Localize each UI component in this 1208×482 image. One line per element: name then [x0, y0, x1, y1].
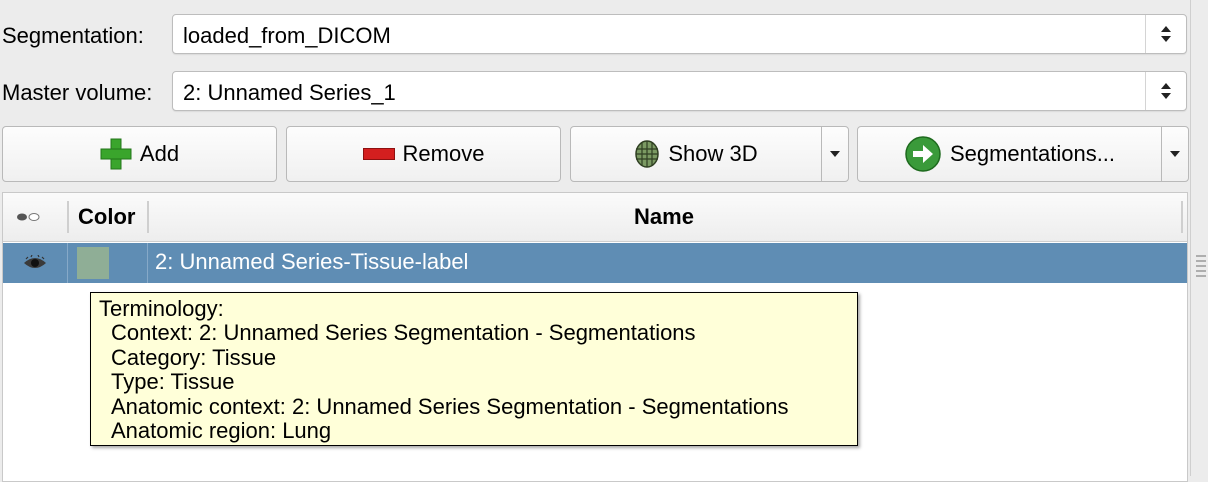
- splitter-grip-icon[interactable]: [1196, 254, 1206, 278]
- master-volume-combobox[interactable]: 2: Unnamed Series_1: [172, 71, 1187, 111]
- tooltip-title: Terminology:: [99, 296, 224, 321]
- segmentation-value: loaded_from_DICOM: [183, 23, 391, 48]
- minus-icon: [362, 148, 395, 160]
- add-button[interactable]: Add: [2, 126, 277, 182]
- remove-label: Remove: [402, 141, 485, 166]
- chevron-down-icon: [1170, 151, 1180, 157]
- eye-icon: [17, 213, 40, 221]
- segmentations-button[interactable]: Segmentations...: [857, 126, 1162, 182]
- show-3d-dropdown[interactable]: [821, 126, 849, 182]
- show-3d-label: Show 3D: [668, 141, 758, 166]
- color-header[interactable]: Color: [78, 193, 135, 241]
- tooltip-type: Type: Tissue: [111, 369, 235, 395]
- panel-edge: [1190, 0, 1191, 476]
- segmentations-dropdown[interactable]: [1161, 126, 1189, 182]
- tooltip-anatomic-context: Anatomic context: 2: Unnamed Series Segm…: [111, 393, 789, 419]
- eye-icon[interactable]: [23, 255, 47, 271]
- table-row[interactable]: 2: Unnamed Series-Tissue-label: [3, 243, 1187, 283]
- segment-color-swatch[interactable]: [77, 247, 109, 279]
- tooltip-context: Context: 2: Unnamed Series Segmentation …: [111, 320, 696, 346]
- segment-name[interactable]: 2: Unnamed Series-Tissue-label: [155, 249, 468, 275]
- table-header: Color Name: [3, 193, 1187, 242]
- visibility-header[interactable]: [15, 193, 65, 241]
- master-volume-value: 2: Unnamed Series_1: [183, 80, 396, 105]
- arrow-right-circle-icon: [905, 136, 941, 172]
- updown-arrows-icon[interactable]: [1145, 72, 1186, 110]
- chevron-down-icon: [830, 151, 840, 157]
- add-label: Add: [139, 141, 180, 166]
- terminology-tooltip: Terminology: Context: 2: Unnamed Series …: [90, 292, 858, 446]
- name-header[interactable]: Name: [149, 193, 1179, 241]
- segmentation-combobox[interactable]: loaded_from_DICOM: [172, 14, 1187, 54]
- remove-button[interactable]: Remove: [286, 126, 561, 182]
- plus-icon: [100, 138, 132, 170]
- master-volume-label: Master volume:: [2, 80, 153, 105]
- tooltip-anatomic-region: Anatomic region: Lung: [111, 418, 332, 444]
- segmentations-label: Segmentations...: [949, 141, 1116, 166]
- show-3d-button[interactable]: Show 3D: [570, 126, 822, 182]
- updown-arrows-icon[interactable]: [1145, 15, 1186, 53]
- segmentation-label: Segmentation:: [2, 23, 144, 48]
- tooltip-category: Category: Tissue: [111, 344, 277, 370]
- mesh-3d-icon: [635, 140, 660, 168]
